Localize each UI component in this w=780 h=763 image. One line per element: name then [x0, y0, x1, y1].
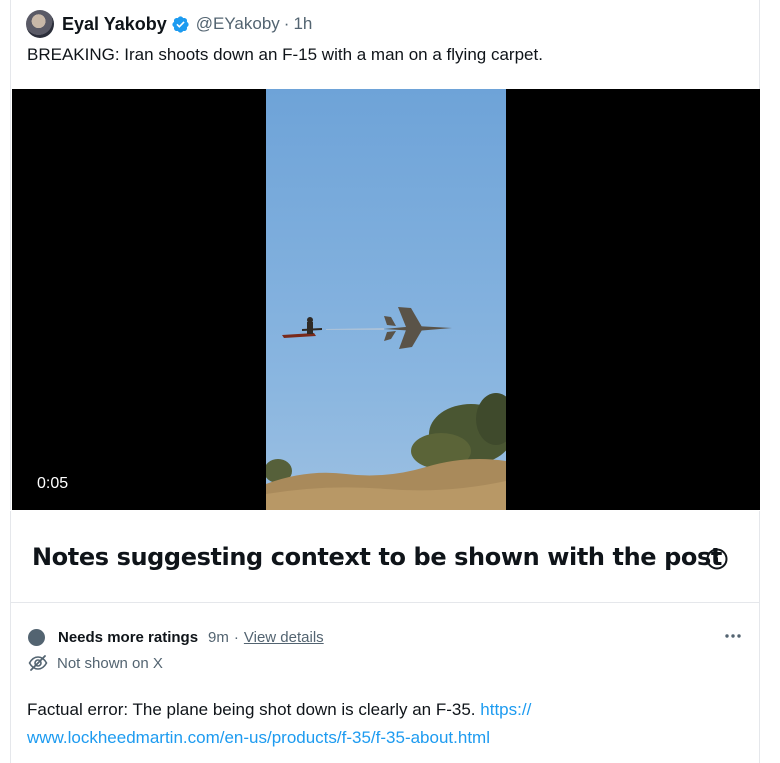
video-player[interactable]: 0:05 [12, 89, 760, 510]
community-notes-header: Notes suggesting context to be shown wit… [10, 511, 760, 603]
note-status: Needs more ratings [58, 628, 199, 646]
note-visibility-row: Not shown on X [28, 654, 163, 672]
post-header: Eyal Yakoby @EYakoby · 1h [26, 10, 312, 38]
status-dot-icon [28, 628, 45, 646]
view-details-link[interactable]: View details [244, 629, 324, 646]
notes-section-title: Notes suggesting context to be shown wit… [32, 543, 722, 571]
note-text: Factual error: The plane being shot down… [27, 696, 727, 752]
post-time[interactable]: 1h [293, 14, 312, 34]
author-name[interactable]: Eyal Yakoby [62, 14, 167, 35]
meta-separator: · [283, 14, 290, 33]
author-handle[interactable]: @EYakoby [196, 14, 280, 34]
community-note: Needs more ratings 9m · View details Not… [10, 603, 760, 763]
note-link-line1: https:// [480, 700, 532, 719]
video-thumbnail [266, 89, 506, 510]
eye-off-icon [28, 654, 48, 672]
more-options-icon[interactable] [723, 629, 743, 641]
verified-badge-icon [171, 15, 190, 34]
note-time: 9m [208, 628, 229, 646]
avatar[interactable] [26, 10, 54, 38]
post-card[interactable]: Eyal Yakoby @EYakoby · 1h BREAKING: Iran… [10, 0, 760, 510]
video-duration: 0:05 [37, 475, 69, 492]
note-meta-separator: · [233, 628, 239, 646]
note-status-row: Needs more ratings 9m · View details [28, 627, 324, 647]
post-text: BREAKING: Iran shoots down an F-15 with … [27, 45, 543, 64]
note-visibility: Not shown on X [57, 654, 163, 672]
note-body: Factual error: The plane being shot down… [27, 700, 481, 719]
note-link-line2: www.lockheedmartin.com/en-us/products/f-… [27, 728, 490, 747]
info-icon[interactable] [705, 547, 729, 571]
